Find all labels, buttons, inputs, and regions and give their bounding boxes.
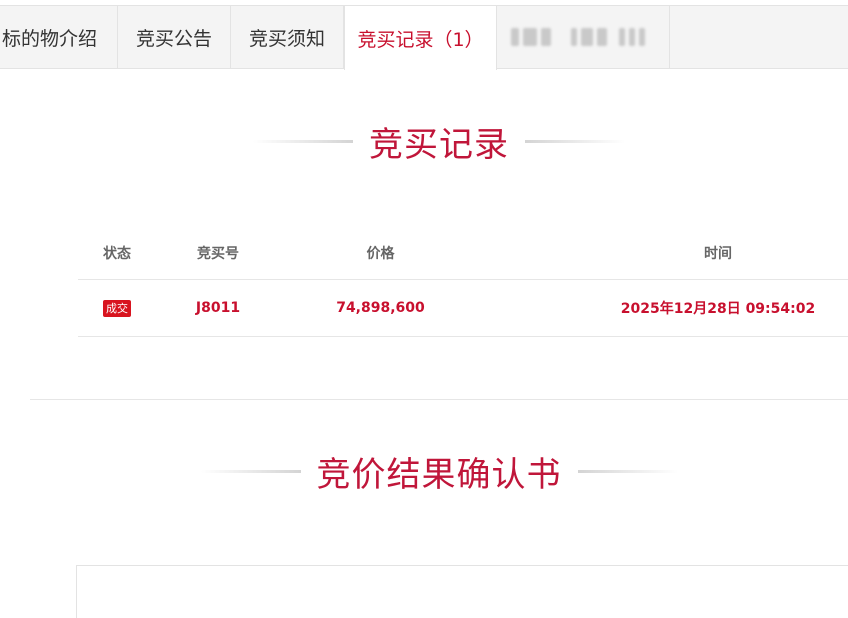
tab-blurred[interactable] xyxy=(497,5,670,69)
tab-auction-announcement[interactable]: 竞买公告 xyxy=(118,5,231,69)
tab-bar: 标的物介绍 竞买公告 竞买须知 竞买记录（1） xyxy=(0,5,848,70)
bid-records-table: 状态 竞买号 价格 时间 成交 J8011 74,898,600 2025年12… xyxy=(78,226,848,337)
result-title: 竞价结果确认书 xyxy=(316,454,562,495)
records-title: 竞买记录 xyxy=(369,124,509,165)
column-header-time: 时间 xyxy=(704,245,732,262)
section-divider xyxy=(30,399,848,400)
column-header-bid-no: 竞买号 xyxy=(197,245,239,262)
tab-auction-notice[interactable]: 竞买须知 xyxy=(231,5,344,69)
column-header-status: 状态 xyxy=(103,245,131,262)
tab-item-introduction[interactable]: 标的物介绍 xyxy=(0,5,118,69)
result-confirmation-box xyxy=(76,565,848,618)
bid-no-cell: J8011 xyxy=(195,300,241,316)
time-cell: 2025年12月28日 09:54:02 xyxy=(620,301,816,317)
records-heading: 竞买记录 xyxy=(0,116,848,166)
heading-line-left xyxy=(253,139,353,143)
blurred-label xyxy=(511,28,645,46)
result-heading: 竞价结果确认书 xyxy=(0,446,848,496)
table-row: 成交 J8011 74,898,600 2025年12月28日 09:54:02 xyxy=(78,280,848,337)
heading-line-right xyxy=(525,139,625,143)
heading-line-left xyxy=(200,469,301,473)
tab-bid-records[interactable]: 竞买记录（1） xyxy=(344,5,497,70)
price-cell: 74,898,600 xyxy=(336,300,425,316)
column-header-price: 价格 xyxy=(366,245,395,262)
status-cell: 成交 xyxy=(78,280,156,336)
heading-line-right xyxy=(577,469,678,473)
table-header: 状态 竞买号 价格 时间 xyxy=(78,226,848,280)
page: 标的物介绍 竞买公告 竞买须知 竞买记录（1） 竞买记录 状态 竞买号 价格 时… xyxy=(0,0,848,618)
status-badge: 成交 xyxy=(103,299,131,317)
